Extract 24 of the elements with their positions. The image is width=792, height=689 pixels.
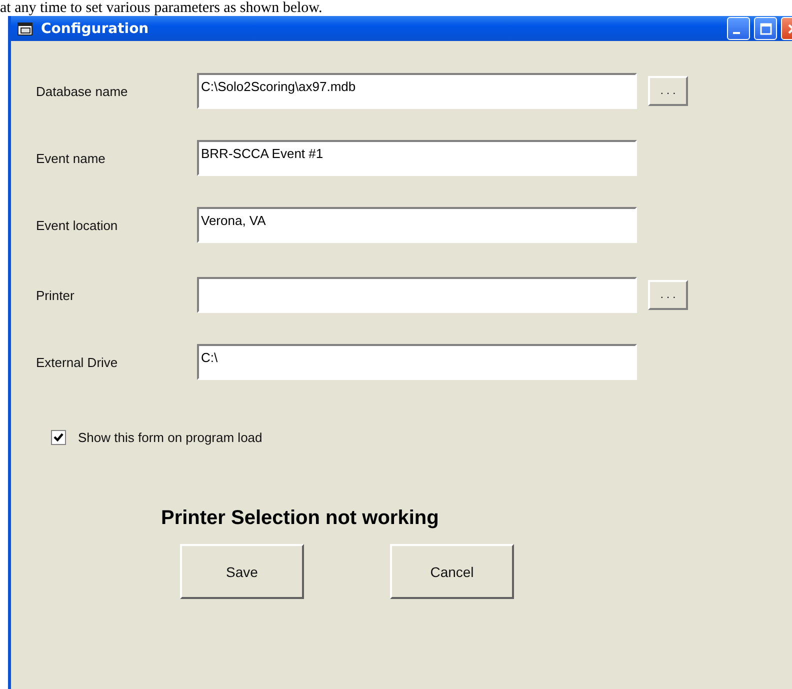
maximize-button[interactable] bbox=[754, 17, 777, 40]
field-label: Event name bbox=[36, 150, 106, 166]
minimize-button[interactable] bbox=[727, 17, 750, 40]
window-icon bbox=[17, 22, 33, 36]
input-field[interactable]: BRR-SCCA Event #1 bbox=[197, 140, 637, 176]
dialog-button[interactable]: Save bbox=[180, 544, 304, 599]
input-field[interactable]: C:\ bbox=[197, 344, 637, 380]
field-label: Database name bbox=[36, 84, 129, 98]
field-label: External Drive bbox=[36, 354, 119, 370]
document-text: at any time to set various parameters as shown below. bbox=[0, 0, 324, 16]
minimize-icon bbox=[733, 32, 740, 34]
field-label: Event location bbox=[36, 218, 119, 232]
dialog-button[interactable]: Cancel bbox=[390, 544, 514, 599]
browse-button[interactable]: . . . bbox=[648, 280, 688, 310]
field-label: Printer bbox=[36, 288, 76, 302]
input-field[interactable]: C:\Solo2Scoring\ax97.mdb bbox=[197, 73, 637, 109]
checkbox[interactable] bbox=[51, 430, 66, 445]
browse-button[interactable]: . . . bbox=[648, 76, 688, 106]
checkbox-label: Show this form on program load bbox=[78, 430, 262, 445]
window-title: Configuration bbox=[41, 20, 149, 36]
maximize-icon bbox=[758, 22, 772, 36]
warning-text: Printer Selection not working bbox=[161, 507, 439, 529]
input-field[interactable] bbox=[197, 277, 637, 313]
input-field[interactable]: Verona, VA bbox=[197, 207, 637, 243]
